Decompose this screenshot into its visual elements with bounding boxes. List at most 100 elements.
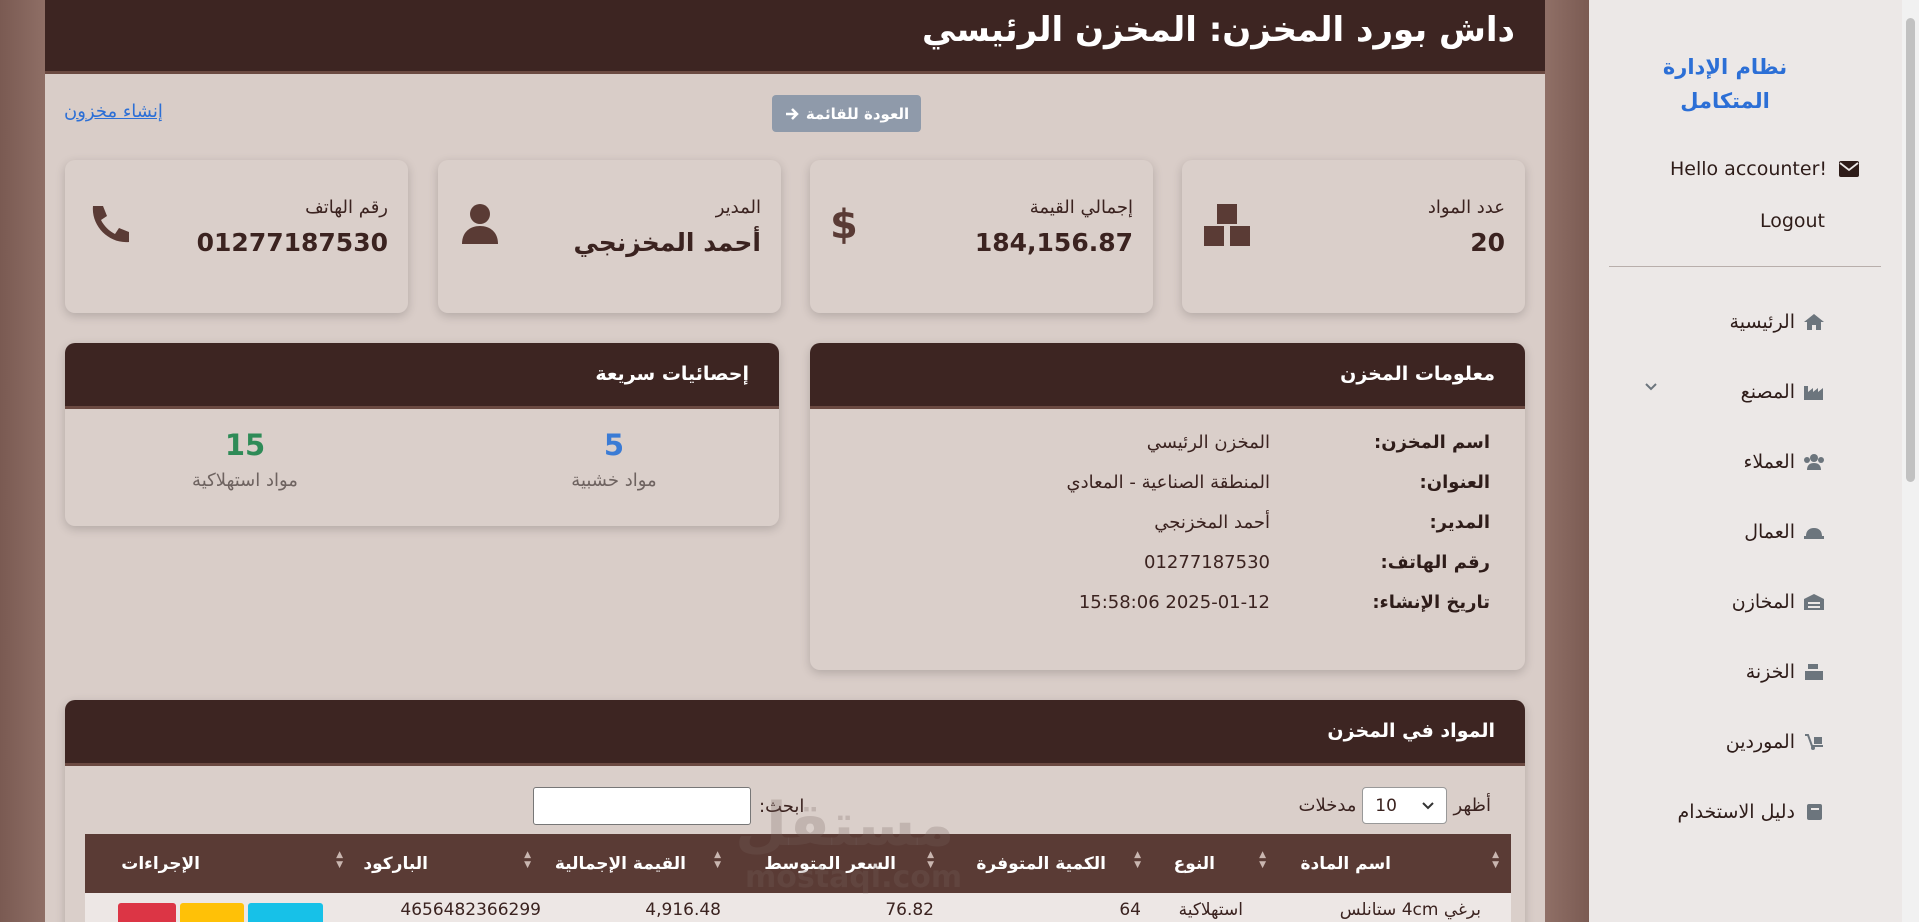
stat-count: 5 [603, 428, 625, 462]
col-barcode[interactable]: الباركود [363, 834, 428, 893]
cell-total: 4,916.48 [645, 900, 721, 920]
card-label: عدد المواد [1427, 197, 1505, 218]
page-size-value: 10 [1375, 795, 1397, 816]
sidebar-item-label: المخازن [1731, 591, 1795, 613]
col-type[interactable]: النوع [1174, 834, 1215, 893]
sidebar-item-label: الموردين [1725, 731, 1795, 753]
sidebar-item-label: العملاء [1743, 451, 1796, 473]
stat-wood: 5 مواد خشبية [514, 428, 714, 491]
sidebar-item-guide[interactable]: دليل الاستخدام [1678, 801, 1825, 823]
col-total[interactable]: القيمة الإجمالية [555, 834, 686, 893]
hello-user: Hello accounter! [1670, 158, 1859, 180]
card-total-value: إجمالي القيمة 184,156.87 $ [810, 160, 1153, 313]
info-value: المخزن الرئيسي [1146, 432, 1270, 453]
brand-title[interactable]: نظام الإدارة المتكامل [1589, 50, 1861, 118]
warehouse-info-panel: معلومات المخزن اسم المخزن: المخزن الرئيسي… [810, 343, 1525, 670]
back-to-list-button[interactable]: العودة للقائمة [772, 95, 921, 132]
edit-button[interactable] [180, 903, 244, 922]
phone-icon [92, 206, 129, 243]
card-manager: المدير أحمد المخزنجي [438, 160, 781, 313]
page-title: داش بورد المخزن: المخزن الرئيسي [921, 10, 1515, 50]
warehouse-icon [1804, 594, 1824, 610]
scrollbar[interactable] [1902, 0, 1919, 922]
hello-text: Hello accounter! [1669, 158, 1827, 180]
cell-qty: 64 [1119, 900, 1141, 920]
card-label: إجمالي القيمة [1029, 197, 1133, 218]
sort-icon: ▲ ▼ [1492, 850, 1499, 870]
card-label: المدير [715, 197, 761, 218]
sidebar-item-customers[interactable]: العملاء [1744, 451, 1826, 473]
logout-link[interactable]: Logout [1760, 210, 1825, 232]
sidebar-item-suppliers[interactable]: الموردين [1726, 731, 1825, 753]
info-row: العنوان: المنطقة الصناعية - المعادي [813, 472, 1525, 512]
col-qty[interactable]: الكمية المتوفرة [976, 834, 1106, 893]
sort-icon: ▲ ▼ [714, 850, 721, 870]
user-icon [462, 204, 498, 244]
card-items-count: عدد المواد 20 [1182, 160, 1525, 313]
page-size-select[interactable]: 10 [1362, 787, 1448, 824]
sidebar-item-warehouses[interactable]: المخازن [1732, 591, 1825, 613]
info-key: تاريخ الإنشاء: [1372, 592, 1490, 613]
sort-icon: ▲ ▼ [336, 850, 343, 870]
book-icon [1807, 804, 1822, 820]
back-button-label: العودة للقائمة [805, 104, 910, 123]
industry-icon [1804, 386, 1823, 400]
boxes-icon [1204, 204, 1250, 246]
panel-title: إحصائيات سريعة [65, 343, 779, 409]
dollar-icon: $ [830, 202, 858, 248]
page-size-control: أظهر 10 مدخلات [1299, 787, 1491, 824]
info-row: المدير: أحمد المخزنجي [813, 512, 1525, 552]
info-value: 2025-01-12 15:58:06 [1078, 592, 1270, 613]
card-label: رقم الهاتف [305, 197, 388, 218]
info-value: المنطقة الصناعية - المعادي [1066, 472, 1270, 493]
stat-consumable: 15 مواد استهلاكية [145, 428, 345, 491]
info-row: تاريخ الإنشاء: 2025-01-12 15:58:06 [813, 592, 1525, 632]
scrollbar-thumb[interactable] [1906, 18, 1915, 482]
watermark-url: mostaql.com [745, 860, 963, 895]
panel-title: معلومات المخزن [810, 343, 1525, 409]
sidebar: نظام الإدارة المتكامل Hello accounter! L… [1589, 0, 1919, 922]
arrow-right-icon [785, 107, 799, 120]
show-label: أظهر [1453, 795, 1491, 816]
users-icon [1804, 454, 1824, 470]
stat-label: مواد خشبية [571, 470, 657, 491]
details-button[interactable] [248, 903, 323, 922]
sidebar-item-workers[interactable]: العمال [1744, 521, 1825, 543]
stat-label: مواد استهلاكية [192, 470, 298, 491]
quick-stats-panel: إحصائيات سريعة 5 مواد خشبية 15 مواد استه… [65, 343, 779, 526]
sort-icon: ▲ ▼ [524, 850, 531, 870]
cash-register-icon [1805, 664, 1823, 680]
search-input[interactable] [533, 787, 751, 825]
sidebar-item-label: دليل الاستخدام [1677, 801, 1795, 823]
sort-icon: ▲ ▼ [1259, 850, 1266, 870]
sidebar-item-label: الخزنة [1745, 661, 1795, 683]
sidebar-item-treasury[interactable]: الخزنة [1746, 661, 1825, 683]
delete-button[interactable] [118, 903, 176, 922]
chevron-down-icon[interactable] [1644, 382, 1658, 392]
watermark-logo: مستقل [735, 790, 955, 860]
cell-type: استهلاكية [1178, 900, 1243, 920]
sidebar-item-label: المصنع [1740, 381, 1795, 403]
sort-icon: ▲ ▼ [1134, 850, 1141, 870]
sidebar-divider [1609, 266, 1881, 267]
card-value: 20 [1470, 228, 1505, 257]
sidebar-item-label: العمال [1744, 521, 1795, 543]
sidebar-item-home[interactable]: الرئيسية [1730, 311, 1825, 333]
info-value: 01277187530 [1144, 552, 1270, 573]
sidebar-item-factory[interactable]: المصنع [1741, 381, 1825, 403]
info-key: رقم الهاتف: [1380, 552, 1491, 573]
card-value: أحمد المخزنجي [573, 228, 761, 257]
card-value: 01277187530 [196, 228, 388, 257]
col-name[interactable]: اسم المادة [1300, 834, 1391, 893]
col-actions[interactable]: الإجراءات [121, 834, 200, 893]
cell-avg: 76.82 [885, 900, 934, 920]
entries-label: مدخلات [1298, 795, 1357, 816]
sidebar-item-label: الرئيسية [1729, 311, 1795, 333]
topbar: داش بورد المخزن: المخزن الرئيسي [45, 0, 1545, 74]
create-stock-link[interactable]: إنشاء مخزون [64, 101, 163, 122]
chevron-down-icon [1421, 801, 1434, 809]
main-content: داش بورد المخزن: المخزن الرئيسي العودة ل… [45, 0, 1545, 922]
card-value: 184,156.87 [974, 228, 1133, 257]
cell-barcode: 4656482366299 [400, 900, 541, 920]
info-key: المدير: [1429, 512, 1490, 533]
